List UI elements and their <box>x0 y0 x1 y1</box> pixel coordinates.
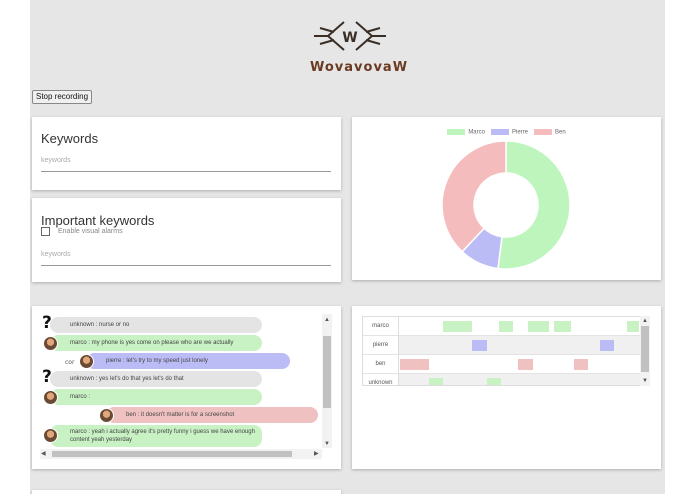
transcript-horizontal-scrollbar[interactable]: ◀ ▶ <box>40 449 322 459</box>
marco-avatar <box>43 336 58 351</box>
logo-wordmark: WovavovaW <box>310 60 409 75</box>
transcript-message-unknown: unknown : yes let's do that yes let's do… <box>50 371 262 387</box>
legend-swatch <box>490 129 509 135</box>
legend-label: Pierre <box>511 129 528 136</box>
hidden-message-fragment: cor <box>65 359 75 366</box>
timeline-row-label: ben <box>363 355 399 373</box>
timeline-segment-marco[interactable] <box>498 321 514 332</box>
speaker-timeline[interactable]: marco pierre ben unknown <box>362 316 648 386</box>
legend-swatch <box>534 129 552 135</box>
important-keywords-card: Important keywords Enable visual alarms … <box>32 198 341 282</box>
timeline-scroll-thumb[interactable] <box>641 326 649 372</box>
keywords-input-underline <box>41 171 331 172</box>
legend-label: Ben <box>555 129 566 136</box>
timeline-segment-unknown[interactable] <box>486 378 502 385</box>
speaker-share-donut-chart <box>441 140 571 270</box>
transcript-hscroll-thumb[interactable] <box>52 451 292 457</box>
svg-text:W: W <box>342 30 357 46</box>
transcript-vertical-scrollbar[interactable]: ▲ ▼ <box>322 314 332 448</box>
pierre-avatar <box>79 354 94 369</box>
timeline-row-unknown: unknown <box>363 374 641 385</box>
scroll-down-icon[interactable]: ▼ <box>324 440 330 448</box>
keywords-input[interactable]: keywords <box>41 157 71 164</box>
transcript-message-marco: marco : <box>50 389 262 405</box>
transcript-message-pierre: pierre : let's try to my speed just lone… <box>86 353 290 369</box>
legend-swatch <box>447 129 466 135</box>
page-background: W WovavovaW Stop recording Keywords keyw… <box>30 0 665 494</box>
timeline-segment-ben[interactable] <box>400 359 429 370</box>
keywords-card: Keywords keywords <box>32 117 341 190</box>
ben-avatar <box>99 408 114 423</box>
timeline-segment-marco[interactable] <box>527 321 550 332</box>
timeline-segment-ben[interactable] <box>518 359 533 370</box>
scroll-up-icon[interactable]: ▲ <box>324 316 330 324</box>
donut-slice-marco[interactable] <box>497 140 571 270</box>
timeline-segment-unknown[interactable] <box>428 378 444 385</box>
unknown-speaker-question-mark-icon: ? <box>42 314 52 333</box>
transcript-scroll-thumb[interactable] <box>323 336 331 408</box>
timeline-scroll-down-icon[interactable]: ▼ <box>642 377 648 385</box>
visual-alarms-checkbox[interactable] <box>41 227 50 236</box>
timeline-row-marco: marco <box>363 317 641 336</box>
legend-item-marco[interactable]: Marco <box>447 129 485 136</box>
marco-avatar <box>43 390 58 405</box>
stop-recording-button[interactable]: Stop recording <box>32 90 93 104</box>
scroll-right-icon[interactable]: ▶ <box>314 450 319 458</box>
visual-alarms-label: Enable visual alarms <box>58 228 123 235</box>
timeline-row-label: pierre <box>363 336 399 354</box>
next-card <box>32 490 341 494</box>
timeline-segment-ben[interactable] <box>573 359 588 370</box>
marco-avatar <box>43 428 58 443</box>
timeline-segment-pierre[interactable] <box>600 340 615 351</box>
speaker-timeline-card: marco pierre ben unknown ▲ ▼ <box>352 306 661 469</box>
timeline-segment-marco[interactable] <box>626 321 639 332</box>
transcript-message-marco: marco : yeah i actually agree it's prett… <box>50 425 262 447</box>
app-logo: W WovavovaW <box>310 14 409 75</box>
transcript-list[interactable]: unknown : nurse or no? marco : my phone i… <box>40 314 322 450</box>
important-keywords-title: Important keywords <box>41 213 155 228</box>
transcript-card: unknown : nurse or no? marco : my phone i… <box>32 306 341 469</box>
important-keywords-input-underline <box>41 265 331 266</box>
transcript-message-ben: ben : it doesn't matter is for a screens… <box>106 407 318 423</box>
legend-label: Marco <box>468 129 485 136</box>
logo-emblem-icon: W <box>314 21 386 51</box>
speaker-share-chart-card: Marco Pierre Ben <box>352 117 661 280</box>
legend-item-pierre[interactable]: Pierre <box>490 129 528 136</box>
scroll-left-icon[interactable]: ◀ <box>41 450 46 458</box>
timeline-row-ben: ben <box>363 355 641 374</box>
timeline-scrollbar[interactable]: ▲ ▼ <box>640 316 650 386</box>
timeline-segment-marco[interactable] <box>554 321 572 332</box>
keywords-title: Keywords <box>41 131 99 146</box>
important-keywords-input[interactable]: keywords <box>41 251 71 258</box>
timeline-segment-pierre[interactable] <box>472 340 487 351</box>
timeline-segment-marco[interactable] <box>443 321 473 332</box>
unknown-speaker-question-mark-icon: ? <box>42 367 52 387</box>
timeline-row-label: marco <box>363 317 399 335</box>
legend-item-ben[interactable]: Ben <box>534 129 566 136</box>
chart-legend: Marco Pierre Ben <box>352 129 661 136</box>
transcript-message-marco: marco : my phone is yes come on please w… <box>50 335 262 351</box>
timeline-scroll-up-icon[interactable]: ▲ <box>642 317 648 325</box>
transcript-message-unknown: unknown : nurse or no <box>50 317 262 333</box>
timeline-row-label: unknown <box>363 374 399 385</box>
timeline-row-pierre: pierre <box>363 336 641 355</box>
